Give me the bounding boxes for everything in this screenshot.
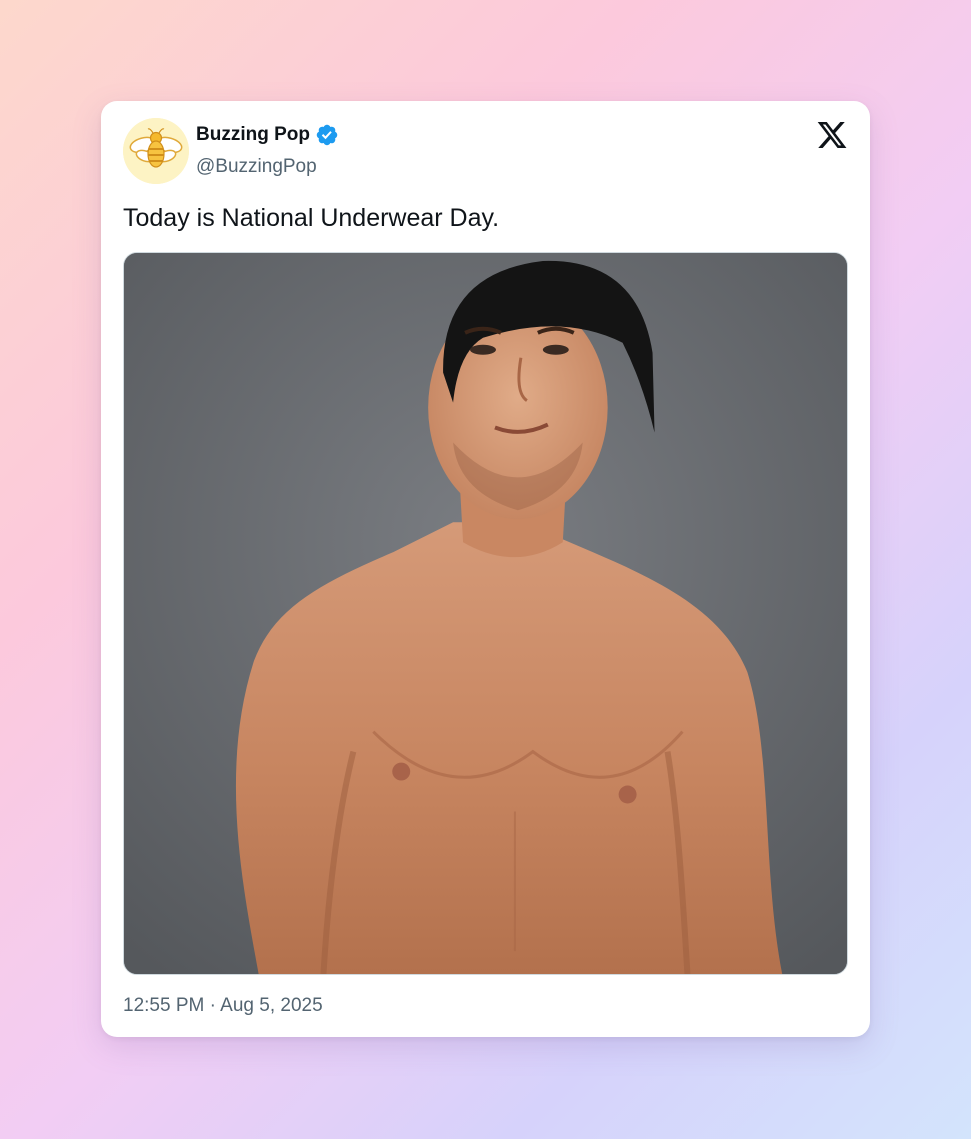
post-text: Today is National Underwear Day. — [123, 204, 500, 232]
post-timestamp[interactable]: 12:55 PM · Aug 5, 2025 — [123, 994, 323, 1018]
post-card: Buzzing Pop @BuzzingPop Today is Nationa… — [101, 101, 870, 1037]
post-photo[interactable] — [123, 252, 848, 975]
author-name-row: Buzzing Pop — [196, 123, 339, 147]
photo-illustration — [124, 253, 847, 974]
author-avatar[interactable] — [123, 118, 189, 184]
author-name[interactable]: Buzzing Pop — [196, 123, 310, 147]
bee-icon — [123, 118, 189, 184]
author-handle[interactable]: @BuzzingPop — [196, 155, 317, 179]
verified-badge-icon — [316, 124, 338, 146]
x-logo-icon[interactable] — [816, 119, 848, 151]
